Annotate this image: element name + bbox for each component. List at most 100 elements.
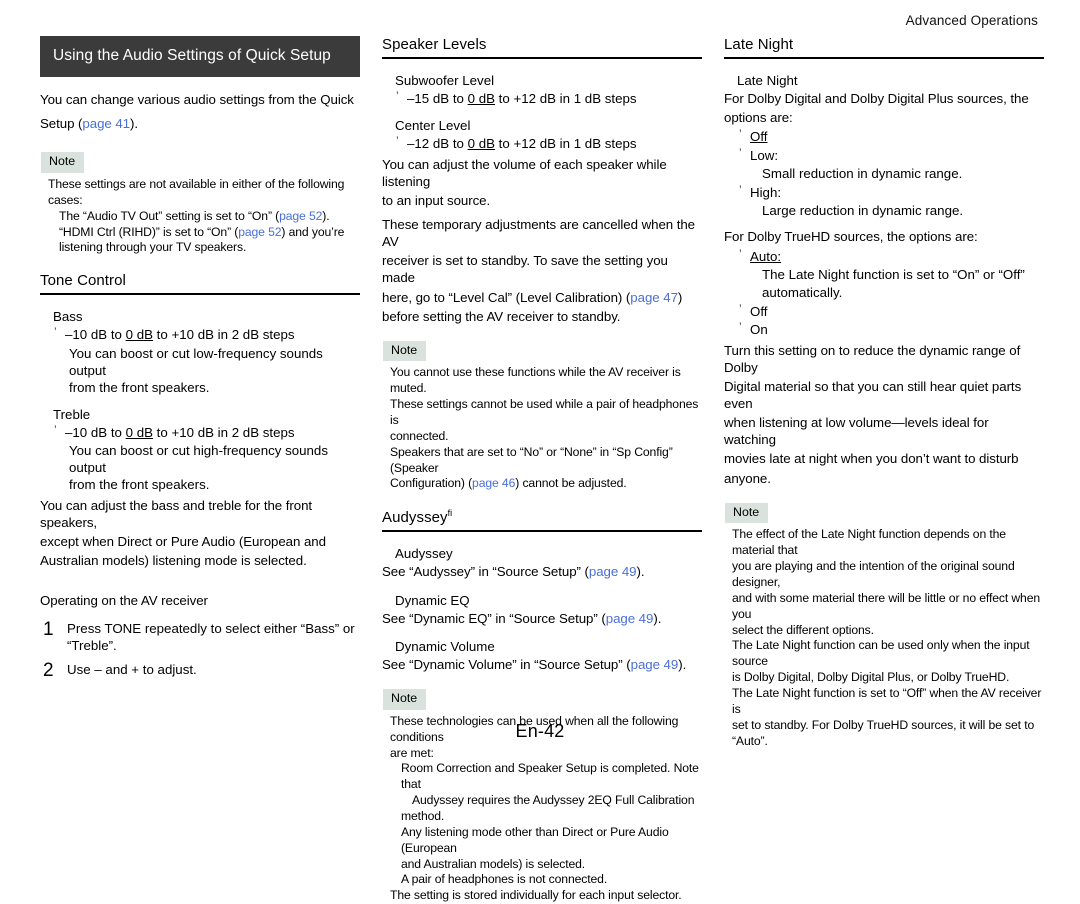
column-middle: Speaker Levels Subwoofer Level –15 dB to… [382, 36, 702, 904]
value-default: 0 dB [125, 425, 153, 441]
note-line: The “Audio TV Out” setting is set to “On… [59, 209, 360, 225]
note-line: you are playing and the intention of the… [732, 559, 1015, 589]
tone-para-2: except when Direct or Pure Audio (Europe… [40, 533, 326, 549]
note-line: is Dolby Digital, Dolby Digital Plus, or… [732, 670, 1010, 685]
option-label: Off [750, 303, 768, 319]
page-link[interactable]: page 46 [472, 476, 515, 490]
page-link[interactable]: page 49 [631, 657, 679, 672]
note-line: You cannot use these functions while the… [390, 365, 681, 396]
sub-label-bass: Bass [53, 309, 83, 325]
value-pre: –10 dB to [65, 327, 126, 343]
option-auto: Auto: [739, 247, 1044, 265]
ref-post: ). [653, 610, 662, 626]
option-low: Low: [739, 146, 1044, 164]
note-badge: Note [383, 689, 427, 710]
sub-label-subwoofer: Subwoofer Level [395, 73, 495, 88]
ref-pre: See “Dynamic Volume” in “Source Setup” ( [382, 657, 631, 673]
value-line-bass: –10 dB to 0 dB to +10 dB in 2 dB steps [54, 325, 360, 343]
value-pre: –15 dB to [407, 91, 468, 107]
desc-treble-1: You can boost or cut high-frequency soun… [69, 443, 328, 476]
option-low-desc: Small reduction in dynamic range. [762, 166, 963, 182]
page-link[interactable]: page 49 [606, 611, 654, 626]
page-link[interactable]: page 47 [630, 290, 678, 305]
note-line: The effect of the Late Night function de… [732, 527, 1006, 558]
option-high-desc: Large reduction in dynamic range. [762, 203, 964, 219]
section-heading-speaker-levels: Speaker Levels [382, 36, 702, 59]
speaker-para-5: here, go to “Level Cal” (Level Calibrati… [382, 289, 702, 306]
value-line-subwoofer: –15 dB to 0 dB to +12 dB in 1 dB steps [396, 89, 702, 107]
intro-line-1: You can change various audio settings fr… [40, 92, 354, 107]
trademark-mark: fi [447, 508, 453, 519]
note-line: Room Correction and Speaker Setup is com… [401, 761, 699, 792]
note-line: Configuration) (page 46) cannot be adjus… [390, 476, 702, 492]
note-line: The setting is stored individually for e… [390, 888, 682, 903]
note-text: The “Audio TV Out” setting is set to “On… [59, 208, 280, 223]
option-off: Off [739, 127, 1044, 145]
option-label: Off [750, 129, 768, 145]
late-night-para-5: Digital material so that you can still h… [724, 378, 1022, 412]
column-left: Using the Audio Settings of Quick Setup … [40, 36, 360, 904]
sub-label-center: Center Level [395, 118, 471, 134]
note-block-audyssey: These technologies can be used when all … [390, 714, 702, 904]
para-post: ) [677, 289, 683, 305]
step-number: 2 [43, 659, 54, 681]
heading-text: Audyssey [382, 509, 448, 527]
sub-label-dynamic-eq: Dynamic EQ [395, 592, 470, 608]
value-post: to +10 dB in 2 dB steps [152, 425, 295, 441]
note-line: A pair of headphones is not connected. [401, 872, 608, 887]
ref-post: ). [678, 657, 687, 673]
note-line: method. [401, 808, 445, 823]
note-line: The Late Night function is set to “Off” … [732, 685, 1042, 716]
note-line: These settings are not available in eith… [48, 176, 345, 207]
running-header: Advanced Operations [905, 13, 1038, 28]
note-line: “HDMI Ctrl (RIHD)” is set to “On” (page … [59, 225, 360, 241]
note-block-col1: These settings are not available in eith… [48, 177, 360, 256]
note-text: “HDMI Ctrl (RIHD)” is set to “On” ( [59, 224, 239, 239]
note-line: listening through your TV speakers. [59, 240, 247, 255]
step-number: 1 [43, 619, 54, 641]
note-line: Any listening mode other than Direct or … [401, 824, 669, 855]
value-default: 0 dB [467, 136, 495, 152]
page-link[interactable]: page 41 [82, 116, 130, 131]
late-night-para-3: For Dolby TrueHD sources, the options ar… [724, 229, 978, 245]
sub-label-dynamic-volume: Dynamic Volume [395, 638, 495, 654]
tone-para-3: Australian models) listening mode is sel… [40, 553, 307, 569]
note-line: Speakers that are set to “No” or “None” … [390, 444, 673, 475]
audyssey-ref-3: See “Dynamic Volume” in “Source Setup” (… [382, 656, 702, 673]
late-night-para-4: Turn this setting on to reduce the dynam… [724, 342, 1021, 375]
late-night-para-2: options are: [724, 110, 793, 126]
ref-pre: See “Dynamic EQ” in “Source Setup” ( [382, 610, 606, 626]
value-post: to +10 dB in 2 dB steps [152, 327, 295, 343]
section-heading-late-night: Late Night [724, 36, 1044, 59]
note-text-after: ) and you’re [281, 224, 345, 239]
note-line: select the different options. [732, 622, 874, 637]
three-column-layout: Using the Audio Settings of Quick Setup … [40, 36, 1045, 904]
operating-heading: Operating on the AV receiver [40, 593, 208, 609]
note-text: Configuration) ( [390, 476, 473, 491]
value-post: to +12 dB in 1 dB steps [494, 136, 637, 152]
value-post: to +12 dB in 1 dB steps [494, 91, 637, 107]
option-high: High: [739, 183, 1044, 201]
ref-post: ). [636, 564, 645, 580]
step-text: Press TONE repeatedly to select either “… [67, 620, 360, 654]
speaker-para-3: These temporary adjustments are cancelle… [382, 216, 696, 250]
value-line-center: –12 dB to 0 dB to +12 dB in 1 dB steps [396, 134, 702, 152]
page-link[interactable]: page 52 [279, 209, 322, 223]
page-link[interactable]: page 52 [238, 225, 281, 239]
note-badge: Note [41, 152, 85, 173]
note-line: These settings cannot be used while a pa… [390, 397, 699, 428]
note-block-speaker-levels: You cannot use these functions while the… [390, 365, 702, 492]
section-heading-audyssey: Audysseyfi [382, 508, 702, 533]
page-link[interactable]: page 49 [589, 564, 637, 579]
page-folio: En-42 [515, 721, 565, 741]
speaker-para-1: You can adjust the volume of each speake… [382, 156, 667, 189]
option-auto-desc-1: The Late Night function is set to “On” o… [762, 267, 1025, 282]
audyssey-ref-1: See “Audyssey” in “Source Setup” (page 4… [382, 563, 702, 580]
value-pre: –10 dB to [65, 425, 126, 441]
desc-bass-2: from the front speakers. [69, 379, 210, 395]
desc-bass-1: You can boost or cut low-frequency sound… [69, 345, 323, 378]
option-label: Auto: [750, 248, 782, 264]
option-thd-on: On [739, 320, 1044, 338]
option-label: Low: [750, 147, 779, 163]
ref-pre: See “Audyssey” in “Source Setup” ( [382, 564, 589, 580]
